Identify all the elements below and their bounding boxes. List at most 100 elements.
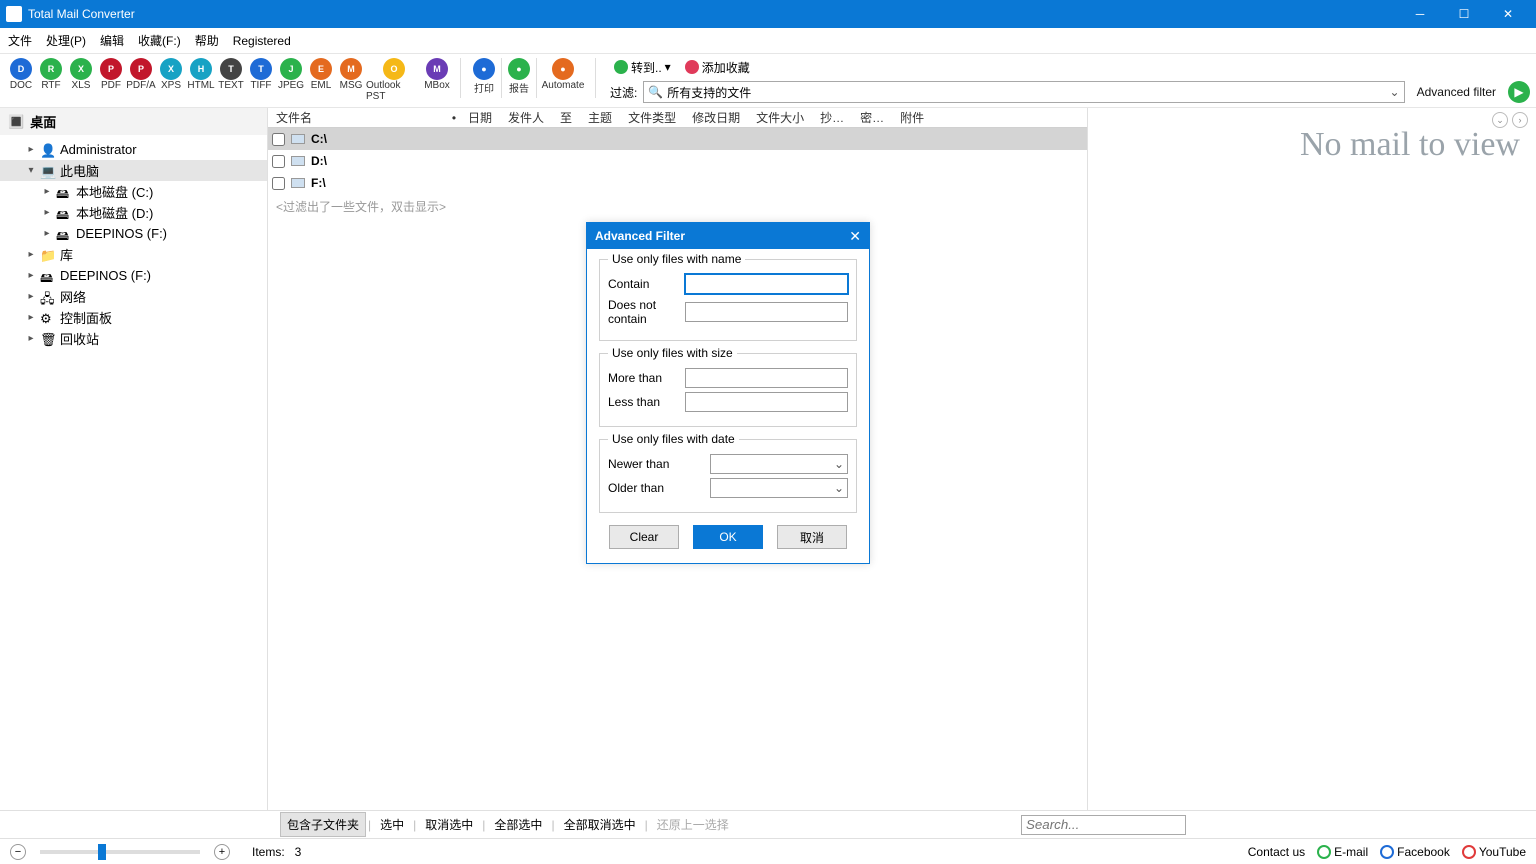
- goto-button[interactable]: 转到.. ▾: [610, 58, 675, 76]
- tree-item[interactable]: ▸🖴本地磁盘 (C:): [0, 181, 267, 202]
- toolbar-tiff[interactable]: TTIFF: [246, 56, 276, 102]
- advanced-filter-dialog: Advanced Filter ✕ Use only files with na…: [586, 222, 870, 564]
- toolbar-automate[interactable]: ●Automate: [539, 56, 587, 98]
- zoom-slider[interactable]: [40, 850, 200, 854]
- toolbar-text[interactable]: TTEXT: [216, 56, 246, 102]
- minimize-button[interactable]: ─: [1398, 0, 1442, 28]
- row-checkbox[interactable]: [272, 177, 285, 190]
- cancel-button[interactable]: 取消: [777, 525, 847, 549]
- toolbar-mbox[interactable]: MMBox: [422, 56, 452, 102]
- toolbar-报告[interactable]: ●报告: [504, 56, 534, 98]
- more-than-label: More than: [608, 371, 679, 385]
- toolbar-xls[interactable]: XXLS: [66, 56, 96, 102]
- filter-label: 过滤:: [610, 84, 637, 101]
- menu-item[interactable]: 帮助: [195, 32, 219, 49]
- menu-item[interactable]: Registered: [233, 34, 291, 48]
- file-row[interactable]: C:\: [268, 128, 1087, 150]
- row-checkbox[interactable]: [272, 133, 285, 146]
- restore-selection[interactable]: 还原上一选择: [650, 812, 736, 837]
- tree-item[interactable]: ▸📁库: [0, 244, 267, 265]
- older-than-combo[interactable]: ⌄: [710, 478, 848, 498]
- tree-item[interactable]: ▾💻此电脑: [0, 160, 267, 181]
- items-label: Items:: [252, 845, 285, 859]
- maximize-button[interactable]: ☐: [1442, 0, 1486, 28]
- toolbar-打印[interactable]: ●打印: [469, 56, 499, 98]
- toolbar-html[interactable]: HHTML: [186, 56, 216, 102]
- action-0[interactable]: 包含子文件夹: [280, 812, 366, 837]
- not-contain-label: Does not contain: [608, 298, 679, 326]
- ok-button[interactable]: OK: [693, 525, 763, 549]
- menu-item[interactable]: 文件: [8, 32, 32, 49]
- newer-than-combo[interactable]: ⌄: [710, 454, 848, 474]
- prev-nav-next-icon[interactable]: ›: [1512, 112, 1528, 128]
- toolbar-outlook pst[interactable]: OOutlook PST: [366, 56, 422, 102]
- close-button[interactable]: ✕: [1486, 0, 1530, 28]
- menu-item[interactable]: 编辑: [100, 32, 124, 49]
- toolbar-eml[interactable]: EEML: [306, 56, 336, 102]
- tree-item[interactable]: ▸🖧网络: [0, 286, 267, 307]
- toolbar: DDOCRRTFXXLSPPDFPPDF/AXXPSHHTMLTTEXTTTIF…: [0, 54, 1536, 108]
- preview-pane: ⌄ › No mail to view: [1088, 108, 1536, 810]
- toolbar-xps[interactable]: XXPS: [156, 56, 186, 102]
- statusbar: − + Items: 3 Contact us E-mail Facebook …: [0, 838, 1536, 864]
- menu-item[interactable]: 收藏(F:): [138, 32, 181, 49]
- zoom-out-button[interactable]: −: [10, 844, 26, 860]
- tree-item[interactable]: ▸🖴DEEPINOS (F:): [0, 223, 267, 244]
- app-icon: [6, 6, 22, 22]
- toolbar-pdf[interactable]: PPDF: [96, 56, 126, 102]
- clear-button[interactable]: Clear: [609, 525, 679, 549]
- file-row[interactable]: D:\: [268, 150, 1087, 172]
- dialog-close-icon[interactable]: ✕: [849, 228, 861, 245]
- youtube-link[interactable]: YouTube: [1462, 845, 1526, 859]
- contain-input[interactable]: [685, 274, 848, 294]
- tree-item[interactable]: ▸⚙控制面板: [0, 307, 267, 328]
- titlebar: Total Mail Converter ─ ☐ ✕: [0, 0, 1536, 28]
- advanced-filter-link[interactable]: Advanced filter: [1417, 85, 1496, 99]
- older-than-label: Older than: [608, 481, 704, 495]
- sidebar: 🔳桌面 ▸👤Administrator▾💻此电脑▸🖴本地磁盘 (C:)▸🖴本地磁…: [0, 108, 268, 810]
- toolbar-rtf[interactable]: RRTF: [36, 56, 66, 102]
- tree-item[interactable]: ▸🖴本地磁盘 (D:): [0, 202, 267, 223]
- tree-item[interactable]: ▸🖴DEEPINOS (F:): [0, 265, 267, 286]
- items-count: 3: [295, 845, 302, 859]
- toolbar-pdf/a[interactable]: PPDF/A: [126, 56, 156, 102]
- filtered-hint[interactable]: <过滤出了一些文件，双击显示>: [268, 194, 1087, 219]
- tree-item[interactable]: ▸🗑回收站: [0, 328, 267, 349]
- action-2[interactable]: 取消选中: [418, 812, 480, 837]
- no-mail-message: No mail to view: [1300, 126, 1520, 164]
- action-4[interactable]: 全部取消选中: [557, 812, 643, 837]
- filter-combo[interactable]: 🔍所有支持的文件⌄: [643, 81, 1404, 103]
- search-input[interactable]: [1021, 815, 1186, 835]
- toolbar-msg[interactable]: MMSG: [336, 56, 366, 102]
- drive-icon: [291, 134, 305, 144]
- column-headers[interactable]: 文件名• 日期发件人至 主题文件类型修改日期 文件大小抄…密…附件: [268, 108, 1087, 128]
- less-than-input[interactable]: [685, 392, 848, 412]
- menu-item[interactable]: 处理(P): [46, 32, 86, 49]
- action-3[interactable]: 全部选中: [487, 812, 549, 837]
- action-1[interactable]: 选中: [373, 812, 411, 837]
- group-size-legend: Use only files with size: [608, 346, 737, 360]
- email-link[interactable]: E-mail: [1317, 845, 1368, 859]
- row-checkbox[interactable]: [272, 155, 285, 168]
- facebook-link[interactable]: Facebook: [1380, 845, 1450, 859]
- drive-icon: [291, 156, 305, 166]
- menubar: 文件处理(P) 编辑收藏(F:) 帮助 Registered: [0, 28, 1536, 54]
- app-title: Total Mail Converter: [28, 7, 135, 21]
- newer-than-label: Newer than: [608, 457, 704, 471]
- zoom-in-button[interactable]: +: [214, 844, 230, 860]
- contact-link[interactable]: Contact us: [1248, 845, 1305, 859]
- add-fav-button[interactable]: 添加收藏: [681, 58, 754, 76]
- sidebar-header[interactable]: 🔳桌面: [0, 108, 267, 135]
- tree-item[interactable]: ▸👤Administrator: [0, 139, 267, 160]
- group-name-legend: Use only files with name: [608, 252, 745, 266]
- toolbar-jpeg[interactable]: JJPEG: [276, 56, 306, 102]
- actionbar: 包含子文件夹|选中|取消选中|全部选中|全部取消选中|还原上一选择: [0, 810, 1536, 838]
- file-row[interactable]: F:\: [268, 172, 1087, 194]
- contain-label: Contain: [608, 277, 679, 291]
- toolbar-doc[interactable]: DDOC: [6, 56, 36, 102]
- drive-icon: [291, 178, 305, 188]
- not-contain-input[interactable]: [685, 302, 848, 322]
- run-filter-button[interactable]: ▶: [1508, 81, 1530, 103]
- prev-nav-down-icon[interactable]: ⌄: [1492, 112, 1508, 128]
- more-than-input[interactable]: [685, 368, 848, 388]
